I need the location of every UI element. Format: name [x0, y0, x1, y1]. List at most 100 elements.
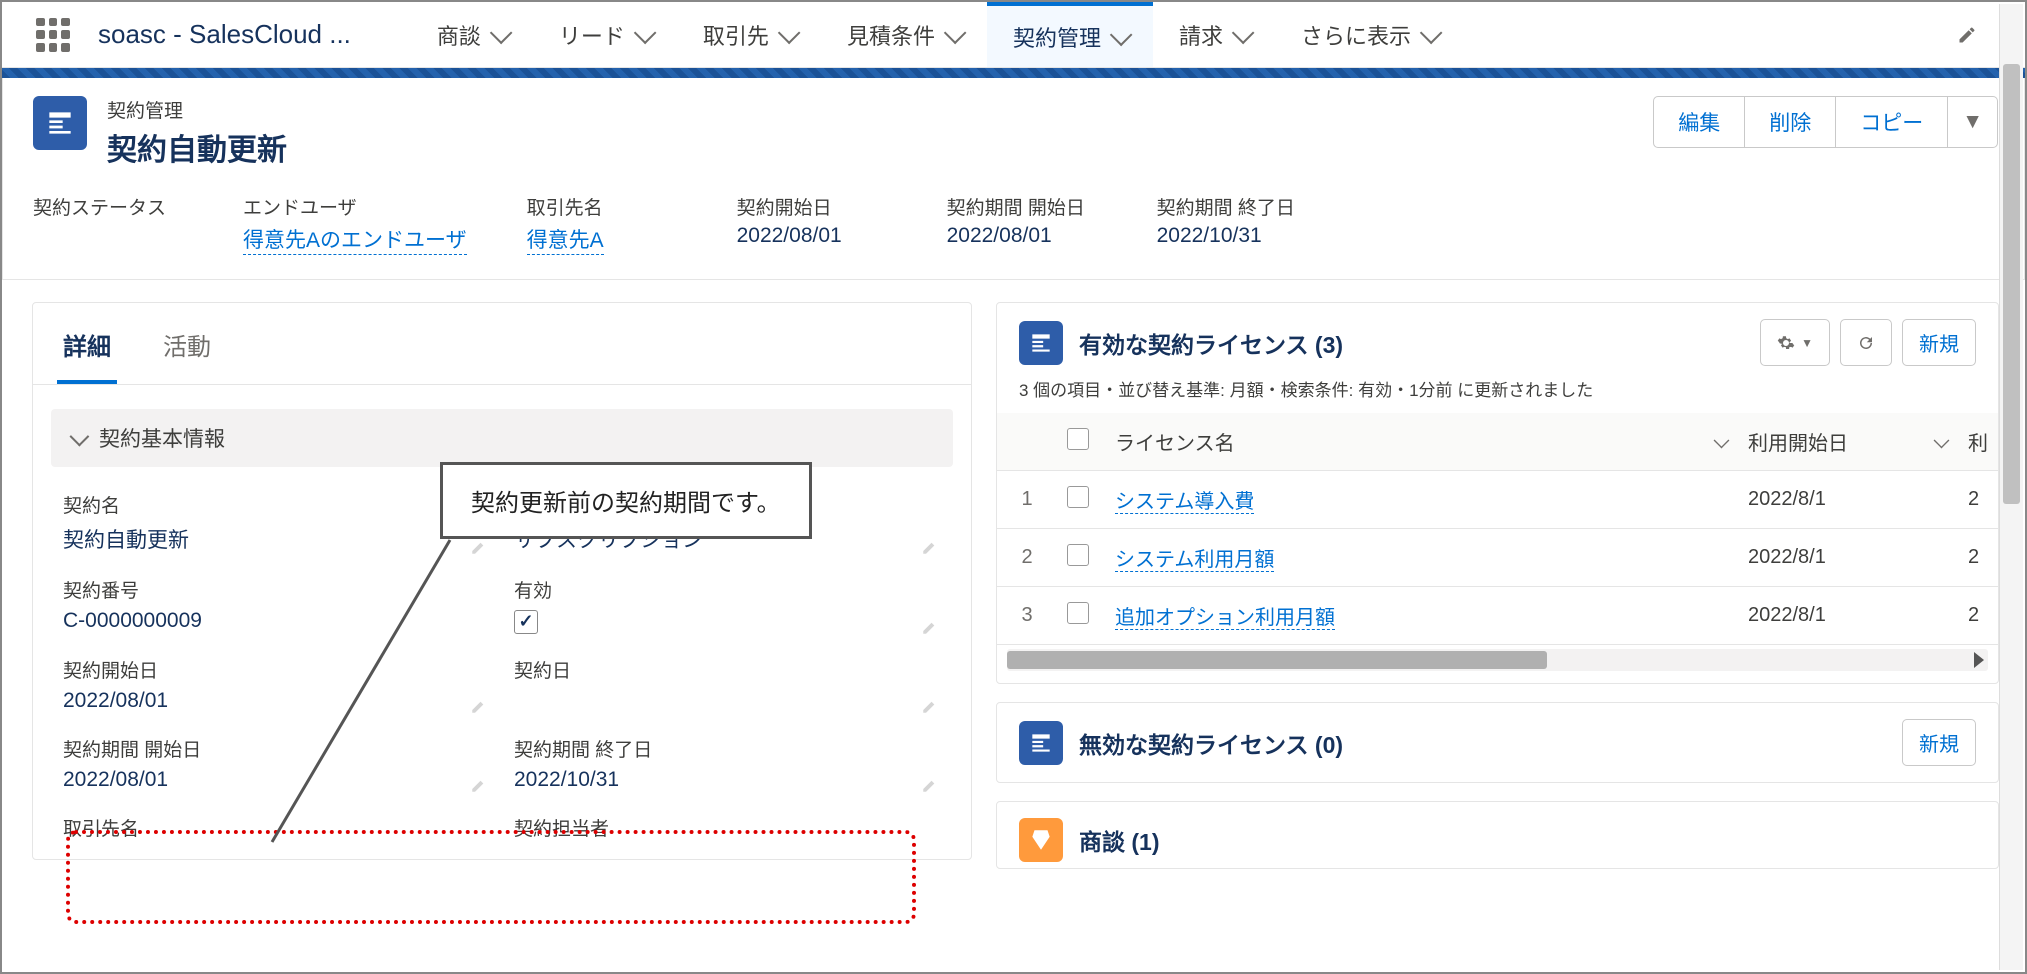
vertical-scrollbar[interactable]	[1999, 4, 2023, 970]
chevron-down-icon	[944, 21, 967, 44]
nav-label: 見積条件	[847, 19, 935, 51]
field-period-start: 契約期間 開始日 2022/08/01	[51, 725, 502, 804]
section-basic-info[interactable]: 契約基本情報	[51, 409, 953, 467]
row-checkbox[interactable]	[1067, 486, 1089, 508]
field-value: 2022/08/01	[63, 768, 490, 792]
nav-tab-lead[interactable]: リード	[533, 2, 677, 67]
field-label: 契約日	[514, 656, 941, 683]
field-account-name: 取引先名	[51, 804, 502, 859]
nav-label: さらに表示	[1301, 19, 1411, 51]
field-value: 2022/10/31	[1157, 224, 1307, 248]
table-row: 1 システム導入費 2022/8/1 2	[997, 471, 1998, 529]
field-contract-number: 契約番号 C-0000000009	[51, 566, 502, 646]
cell-extra: 2	[1958, 529, 1998, 587]
edit-button[interactable]: 編集	[1653, 96, 1745, 148]
cell-start-date: 2022/8/1	[1738, 587, 1958, 645]
field-label: 契約ステータス	[33, 193, 183, 220]
row-index: 1	[997, 471, 1057, 529]
cell-start-date: 2022/8/1	[1738, 471, 1958, 529]
app-launcher-icon[interactable]	[36, 18, 70, 52]
field-label: 契約名	[63, 491, 490, 518]
field-value: 2022/08/01	[63, 689, 490, 713]
inline-edit-icon[interactable]	[921, 618, 939, 636]
field-label: 契約期間 終了日	[514, 735, 941, 762]
license-link[interactable]: 追加オプション利用月額	[1115, 607, 1335, 630]
tab-activity[interactable]: 活動	[157, 315, 217, 384]
copy-button[interactable]: コピー	[1836, 96, 1948, 148]
nav-label: リード	[559, 19, 625, 51]
new-button[interactable]: 新規	[1902, 719, 1976, 766]
tab-detail[interactable]: 詳細	[57, 315, 117, 384]
license-link[interactable]: システム利用月額	[1115, 549, 1274, 572]
nav-tab-billing[interactable]: 請求	[1153, 2, 1275, 67]
inline-edit-icon[interactable]	[470, 697, 488, 715]
field-enduser: エンドユーザ 得意先Aのエンドユーザ	[243, 193, 467, 255]
nav-label: 請求	[1179, 19, 1223, 51]
nav-label: 商談	[437, 19, 481, 51]
refresh-icon	[1857, 334, 1875, 352]
field-label: 契約期間 開始日	[63, 735, 490, 762]
horizontal-scrollbar[interactable]	[1007, 649, 1988, 671]
license-table: ライセンス名 利用開始日 利 1 システム導入費 2022/8/1 2	[997, 413, 1998, 645]
cell-extra: 2	[1958, 587, 1998, 645]
settings-button[interactable]: ▼	[1760, 319, 1830, 366]
chevron-down-icon	[490, 21, 513, 44]
field-label: 契約開始日	[737, 193, 887, 220]
field-label: 取引先名	[527, 193, 677, 220]
nav-tab-opportunity[interactable]: 商談	[411, 2, 533, 67]
select-all-checkbox[interactable]	[1067, 428, 1089, 450]
related-invalid-licenses: 無効な契約ライセンス (0) 新規	[996, 702, 1999, 783]
nav-tab-quote[interactable]: 見積条件	[821, 2, 987, 67]
page-header: 契約管理 契約自動更新 編集 削除 コピー ▼ 契約ステータス エンドユーザ 得…	[2, 78, 2025, 280]
chevron-down-icon	[70, 427, 90, 447]
col-license-name[interactable]: ライセンス名	[1105, 413, 1738, 471]
field-value: 2022/08/01	[947, 224, 1097, 248]
field-contract-date: 契約日	[502, 646, 953, 725]
field-label: エンドユーザ	[243, 193, 467, 220]
col-label: 利	[1968, 433, 1988, 455]
row-index: 3	[997, 587, 1057, 645]
field-label: 契約担当者	[514, 814, 941, 841]
more-actions-button[interactable]: ▼	[1948, 96, 1998, 148]
annotation-callout: 契約更新前の契約期間です。	[440, 462, 812, 539]
field-link[interactable]: 得意先A	[527, 224, 604, 255]
new-button[interactable]: 新規	[1902, 319, 1976, 366]
app-name: soasc - SalesCloud ...	[98, 19, 351, 50]
field-contract-owner: 契約担当者	[502, 804, 953, 859]
delete-button[interactable]: 削除	[1745, 96, 1836, 148]
nav-tab-contract[interactable]: 契約管理	[987, 2, 1153, 67]
field-period-start: 契約期間 開始日 2022/08/01	[947, 193, 1097, 255]
card-title[interactable]: 商談 (1)	[1079, 823, 1160, 857]
row-checkbox[interactable]	[1067, 544, 1089, 566]
scrollbar-thumb[interactable]	[1007, 651, 1547, 669]
card-title[interactable]: 有効な契約ライセンス (3)	[1079, 326, 1343, 360]
chevron-down-icon	[778, 21, 801, 44]
global-nav: 商談 リード 取引先 見積条件 契約管理 請求 さらに表示	[411, 2, 1957, 67]
row-checkbox[interactable]	[1067, 602, 1089, 624]
inline-edit-icon[interactable]	[921, 697, 939, 715]
inline-edit-icon[interactable]	[470, 538, 488, 556]
field-value: 契約自動更新	[63, 524, 490, 554]
col-extra[interactable]: 利	[1958, 413, 1998, 471]
chevron-down-icon	[1232, 21, 1255, 44]
field-value: C-0000000009	[63, 609, 490, 633]
record-breadcrumb: 契約管理	[107, 96, 287, 123]
inline-edit-icon[interactable]	[470, 776, 488, 794]
field-link[interactable]: 得意先Aのエンドユーザ	[243, 224, 467, 255]
checkbox-checked-icon	[514, 610, 538, 634]
license-link[interactable]: システム導入費	[1115, 491, 1254, 514]
inline-edit-icon[interactable]	[921, 538, 939, 556]
cell-extra: 2	[1958, 471, 1998, 529]
field-label: 取引先名	[63, 814, 490, 841]
scrollbar-thumb[interactable]	[2003, 64, 2020, 504]
refresh-button[interactable]	[1840, 319, 1892, 366]
nav-tab-more[interactable]: さらに表示	[1275, 2, 1463, 67]
col-start-date[interactable]: 利用開始日	[1738, 413, 1958, 471]
related-valid-licenses: 有効な契約ライセンス (3) ▼ 新規 3 個の項目・並び替え基準: 月額・検索…	[996, 302, 1999, 684]
inline-edit-icon[interactable]	[921, 776, 939, 794]
section-label: 契約基本情報	[99, 423, 225, 453]
field-label: 有効	[514, 576, 941, 603]
card-title[interactable]: 無効な契約ライセンス (0)	[1079, 726, 1343, 760]
nav-tab-account[interactable]: 取引先	[677, 2, 821, 67]
edit-pencil-icon[interactable]	[1957, 25, 1977, 45]
